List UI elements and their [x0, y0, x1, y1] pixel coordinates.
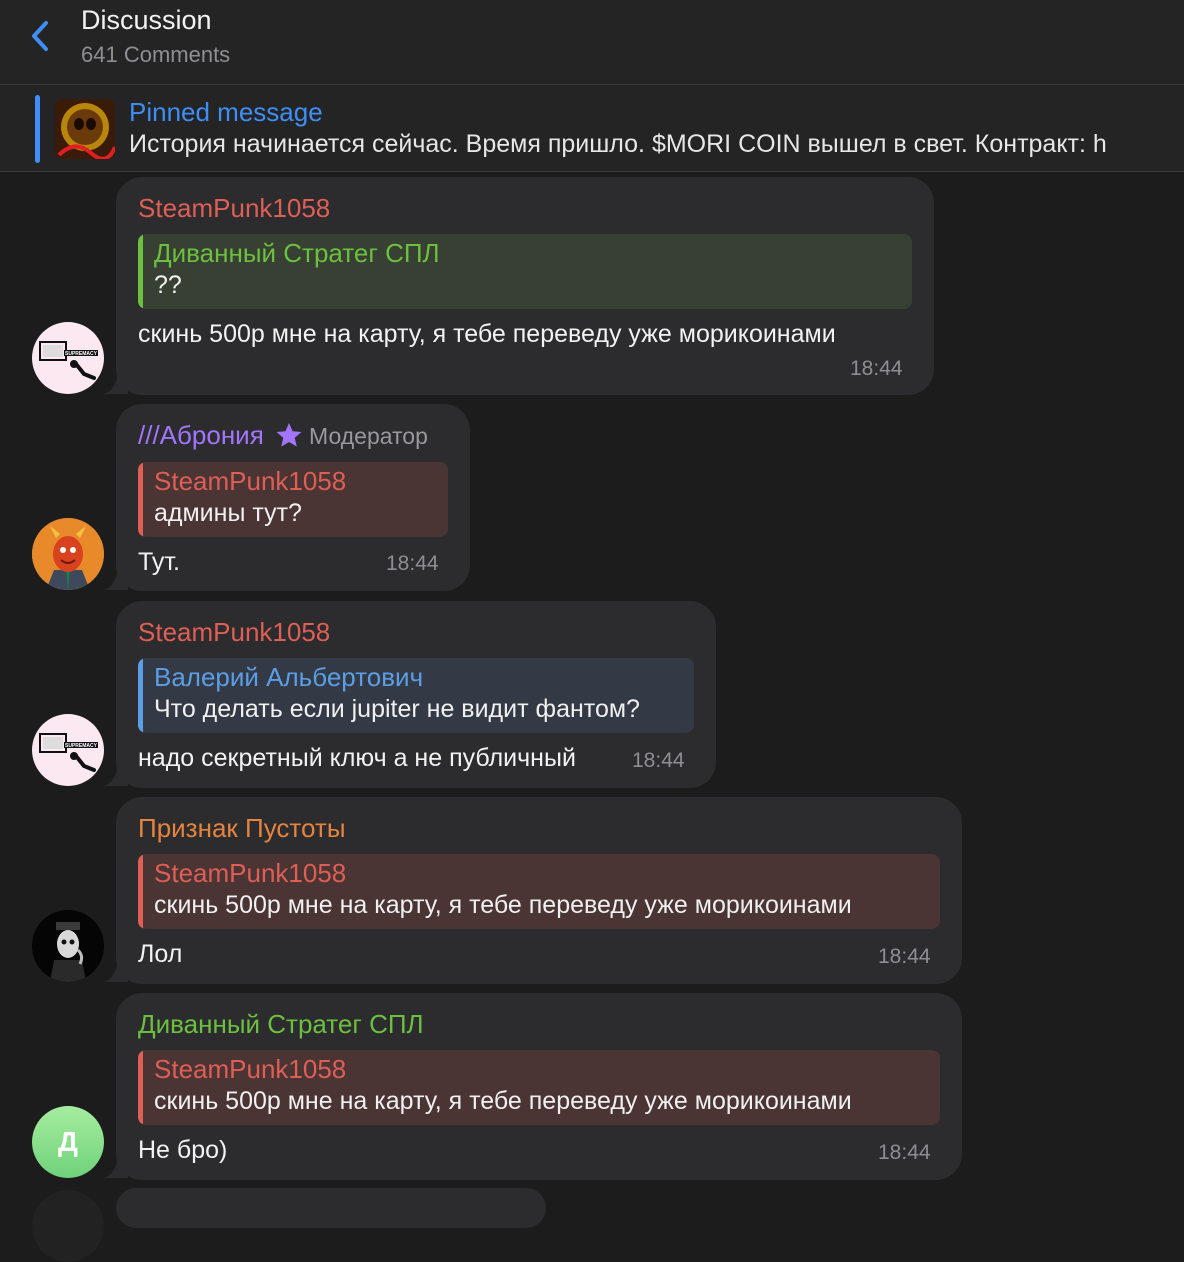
reply-quote[interactable]: Валерий Альбертович Что делать если jupi…: [138, 658, 694, 733]
reply-bar: [138, 854, 143, 929]
moderator-badge: Модератор: [309, 423, 428, 449]
reply-text: скинь 500р мне на карту, я тебе переведу…: [154, 891, 852, 919]
avatar-partial[interactable]: [32, 1190, 104, 1262]
page-title: Discussion: [81, 5, 212, 35]
message-time: 18:44: [386, 552, 439, 575]
back-chevron-icon[interactable]: [26, 18, 56, 54]
avatar[interactable]: Д: [32, 1106, 104, 1178]
message-time: 18:44: [632, 749, 685, 772]
message-time: 18:44: [850, 357, 903, 380]
message-bubble[interactable]: Признак Пустоты SteamPunk1058 скинь 500р…: [116, 797, 962, 984]
avatar-letter: Д: [58, 1126, 78, 1157]
author-name-text: ///Аброния: [138, 420, 264, 450]
avatar[interactable]: [32, 518, 104, 590]
reply-quote[interactable]: Диванный Стратег СПЛ ??: [138, 234, 912, 309]
top-bar: Discussion 641 Comments: [0, 0, 1184, 85]
message-time: 18:44: [878, 945, 931, 968]
message-time: 18:44: [878, 1141, 931, 1164]
svg-text:SUPREMACY: SUPREMACY: [65, 743, 98, 749]
message-text: Лол: [138, 940, 183, 968]
message-text: Не бро): [138, 1136, 228, 1164]
reply-author: SteamPunk1058: [154, 858, 347, 888]
message-bubble[interactable]: SteamPunk1058 Диванный Стратег СПЛ ?? ск…: [116, 177, 934, 395]
avatar[interactable]: [32, 910, 104, 982]
reply-bar: [138, 234, 143, 309]
reply-text: админы тут?: [154, 499, 302, 527]
reply-author: SteamPunk1058: [154, 466, 347, 496]
reply-text: Что делать если jupiter не видит фантом?: [154, 695, 640, 723]
reply-text: ??: [154, 271, 182, 299]
author-name[interactable]: Диванный Стратег СПЛ: [138, 1009, 424, 1040]
message-bubble-partial[interactable]: [116, 1188, 546, 1228]
message-text: скинь 500р мне на карту, я тебе переведу…: [138, 320, 836, 348]
reply-quote[interactable]: SteamPunk1058 скинь 500р мне на карту, я…: [138, 1050, 940, 1125]
pinned-label: Pinned message: [129, 97, 323, 127]
author-name[interactable]: Признак Пустоты: [138, 813, 346, 844]
reply-bar: [138, 462, 143, 537]
avatar[interactable]: SUPREMACY: [32, 714, 104, 786]
reply-author: Валерий Альбертович: [154, 662, 424, 692]
message-text: надо секретный ключ а не публичный: [138, 744, 576, 772]
avatar[interactable]: SUPREMACY: [32, 322, 104, 394]
reply-bar: [138, 1050, 143, 1125]
comments-count: 641 Comments: [81, 42, 231, 67]
reply-bar: [138, 658, 143, 733]
reply-text: скинь 500р мне на карту, я тебе переведу…: [154, 1087, 852, 1115]
author-name[interactable]: SteamPunk1058: [138, 193, 330, 224]
pinned-thumbnail: [55, 99, 115, 159]
reply-author: Диванный Стратег СПЛ: [154, 238, 440, 268]
moderator-star-icon: [276, 423, 302, 447]
reply-author: SteamPunk1058: [154, 1054, 347, 1084]
pinned-accent-bar: [35, 95, 40, 163]
message-bubble[interactable]: SteamPunk1058 Валерий Альбертович Что де…: [116, 601, 716, 788]
message-bubble[interactable]: ///Аброния Модератор SteamPunk1058 админ…: [116, 404, 470, 591]
author-name[interactable]: ///Аброния Модератор: [138, 420, 428, 451]
author-name[interactable]: SteamPunk1058: [138, 617, 330, 648]
pinned-message-banner[interactable]: Pinned message История начинается сейчас…: [0, 85, 1184, 172]
reply-quote[interactable]: SteamPunk1058 скинь 500р мне на карту, я…: [138, 854, 940, 929]
pinned-text: История начинается сейчас. Время пришло.…: [129, 130, 1107, 158]
svg-text:SUPREMACY: SUPREMACY: [65, 351, 98, 357]
message-bubble[interactable]: Диванный Стратег СПЛ SteamPunk1058 скинь…: [116, 993, 962, 1180]
message-text: Тут.: [138, 548, 180, 576]
reply-quote[interactable]: SteamPunk1058 админы тут?: [138, 462, 448, 537]
